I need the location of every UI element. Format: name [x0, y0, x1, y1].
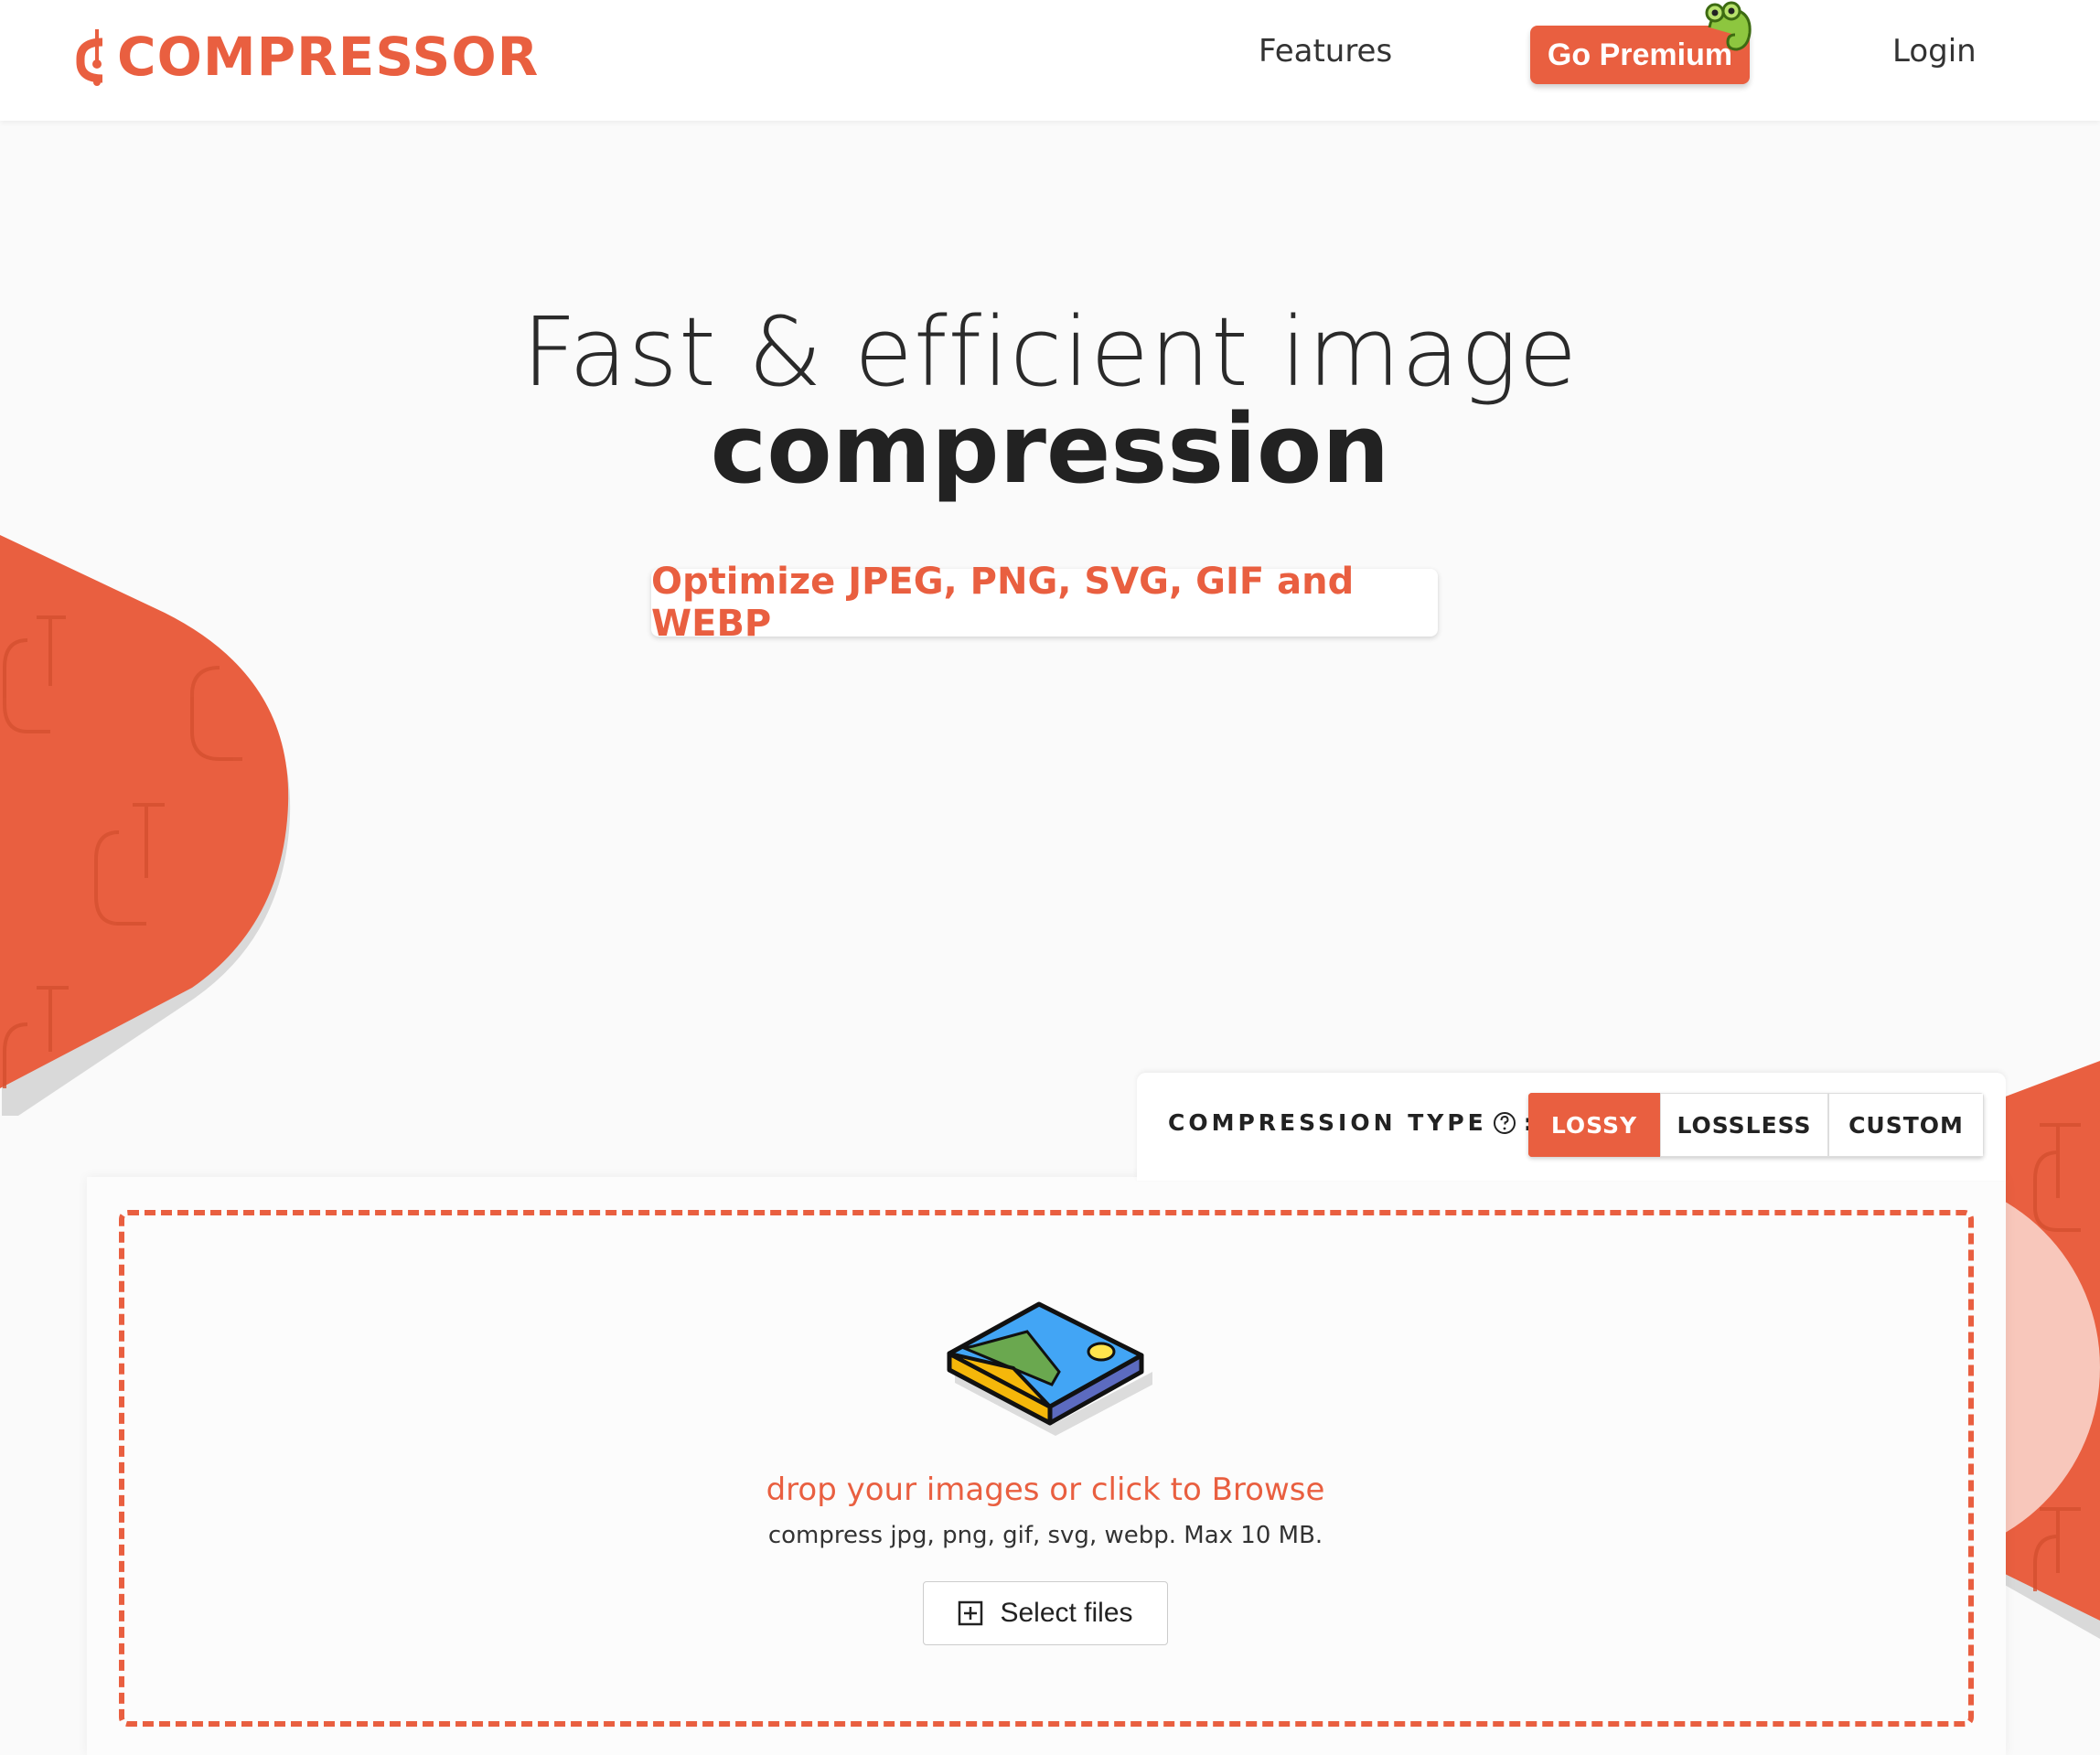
nav-login-link[interactable]: Login [1892, 33, 1977, 70]
hero-title-line2: compression [710, 393, 1390, 505]
logo-clamp-icon [76, 29, 103, 86]
lossless-option-button[interactable]: LOSSLESS [1660, 1093, 1828, 1157]
help-circle-icon[interactable] [1493, 1111, 1516, 1135]
dropzone-area[interactable] [119, 1210, 1974, 1727]
logo-text: COMPRESSOR [117, 26, 540, 88]
logo-link[interactable]: COMPRESSOR [75, 20, 539, 93]
dropzone-main-text[interactable]: drop your images or click to Browse [0, 1471, 2091, 1508]
hero-subtitle: Optimize JPEG, PNG, SVG, GIF and WEBP [651, 561, 1438, 645]
left-decor-shape [0, 535, 291, 1116]
compression-type-toggle: LOSSY LOSSLESS CUSTOM [1528, 1093, 1984, 1157]
upload-card [87, 1177, 2006, 1755]
plus-square-icon [959, 1600, 983, 1626]
mascot-chameleon-icon [1705, 1, 1752, 51]
nav-features-link[interactable]: Features [1259, 33, 1392, 70]
compression-type-text: COMPRESSION TYPE [1168, 1109, 1487, 1136]
hero-title-line1: Fast & efficient image [521, 296, 1579, 408]
hero-section: Fast & efficient image compression [0, 302, 2100, 499]
compression-type-panel: COMPRESSION TYPE : LOSSY LOSSLESS CUSTOM [1137, 1073, 2006, 1181]
dropzone-sub-text: compress jpg, png, gif, svg, webp. Max 1… [767, 1522, 1323, 1549]
top-navbar: COMPRESSOR Features Go Premium Login [0, 0, 2100, 121]
lossy-option-button[interactable]: LOSSY [1528, 1093, 1660, 1157]
select-files-label: Select files [1000, 1598, 1133, 1628]
image-stack-icon [947, 1301, 1152, 1436]
custom-option-button[interactable]: CUSTOM [1828, 1093, 1984, 1157]
select-files-button[interactable]: Select files [923, 1581, 1168, 1645]
compression-type-label: COMPRESSION TYPE : [1168, 1109, 1537, 1136]
